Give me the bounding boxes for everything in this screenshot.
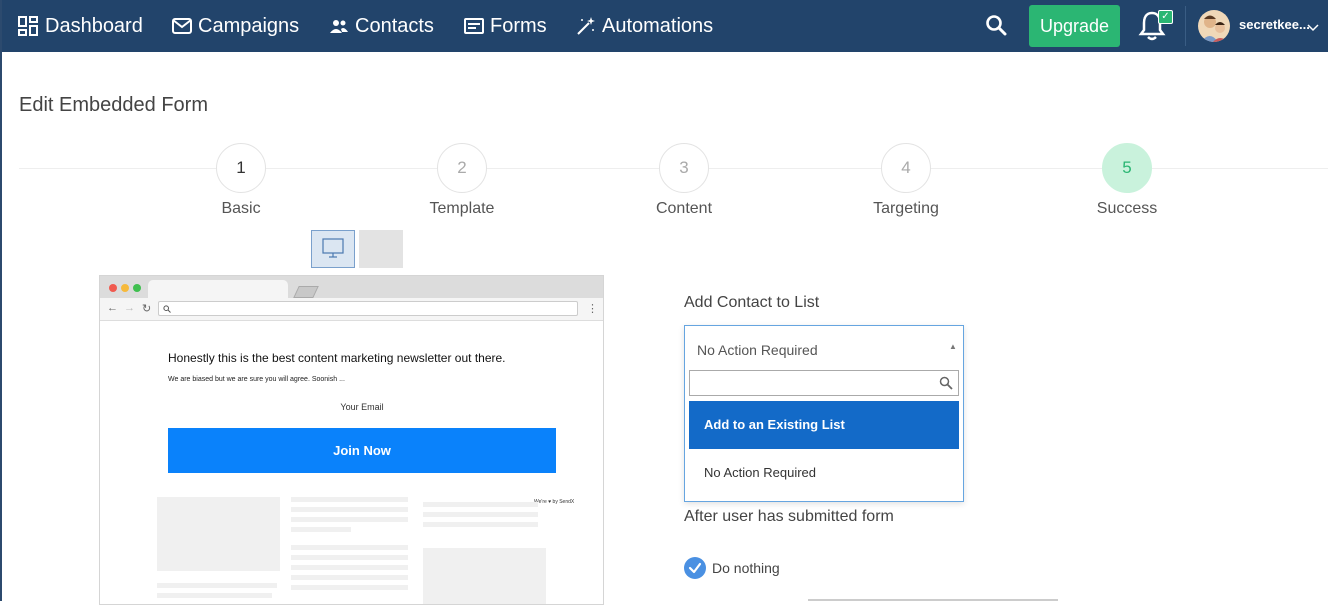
nav-forms-label: Forms bbox=[490, 14, 547, 37]
top-nav: Dashboard Campaigns Contacts Forms Autom… bbox=[2, 0, 1328, 52]
forward-arrow-icon: → bbox=[124, 302, 135, 314]
form-preview: ← → ↻ ⋮ Honestly this is the best conten… bbox=[99, 275, 604, 605]
step-number[interactable]: 5 bbox=[1102, 143, 1152, 193]
nav-dashboard[interactable]: Dashboard bbox=[17, 0, 143, 52]
option-add-existing-list[interactable]: Add to an Existing List bbox=[689, 401, 959, 449]
powered-by: We're ♥ by SendX bbox=[534, 499, 575, 505]
step-template[interactable]: 2 Template bbox=[402, 143, 522, 218]
step-targeting[interactable]: 4 Targeting bbox=[846, 143, 966, 218]
after-submit-label: After user has submitted form bbox=[684, 508, 894, 525]
step-basic[interactable]: 1 Basic bbox=[181, 143, 301, 218]
browser-url-bar bbox=[158, 301, 578, 316]
browser-menu-icon: ⋮ bbox=[587, 303, 598, 315]
placeholder-line bbox=[291, 497, 408, 502]
nav-automations-label: Automations bbox=[602, 14, 714, 37]
placeholder-line bbox=[157, 583, 277, 588]
placeholder-line bbox=[291, 507, 408, 512]
step-content[interactable]: 3 Content bbox=[624, 143, 744, 218]
nav-automations[interactable]: Automations bbox=[576, 0, 713, 52]
search-icon bbox=[163, 305, 171, 313]
placeholder-line bbox=[423, 512, 538, 517]
nav-divider bbox=[1185, 6, 1186, 46]
dashboard-icon bbox=[18, 16, 38, 36]
step-label: Success bbox=[1096, 200, 1158, 217]
nav-contacts-label: Contacts bbox=[355, 14, 434, 37]
search-icon bbox=[986, 15, 1007, 36]
form-icon bbox=[464, 18, 484, 34]
placeholder-line bbox=[423, 522, 538, 527]
nav-contacts[interactable]: Contacts bbox=[329, 0, 434, 52]
nav-campaigns-label: Campaigns bbox=[198, 14, 300, 37]
do-nothing-label: Do nothing bbox=[712, 560, 780, 576]
envelope-icon bbox=[172, 18, 192, 34]
nav-campaigns[interactable]: Campaigns bbox=[172, 0, 299, 52]
browser-tab bbox=[148, 280, 288, 298]
avatar-icon bbox=[1201, 15, 1228, 42]
caret-up-icon[interactable]: ▲ bbox=[949, 342, 957, 351]
step-label: Targeting bbox=[873, 200, 939, 217]
user-name[interactable]: secretkee... bbox=[1239, 17, 1310, 32]
step-label: Template bbox=[429, 200, 495, 217]
step-number[interactable]: 1 bbox=[216, 143, 266, 193]
placeholder-line bbox=[423, 502, 538, 507]
chevron-down-icon bbox=[1307, 24, 1319, 32]
placeholder-line bbox=[157, 593, 272, 598]
preview-email-field: Your Email bbox=[340, 402, 384, 412]
dropdown-search-input[interactable] bbox=[689, 370, 959, 396]
upgrade-button[interactable]: Upgrade bbox=[1029, 5, 1120, 47]
reload-icon: ↻ bbox=[142, 303, 152, 315]
step-number[interactable]: 3 bbox=[659, 143, 709, 193]
notification-badge: ✓ bbox=[1158, 10, 1173, 24]
avatar[interactable] bbox=[1198, 10, 1230, 42]
list-select-dropdown[interactable]: No Action Required ▲ Add to an Existing … bbox=[684, 325, 964, 502]
add-contact-label: Add Contact to List bbox=[684, 294, 820, 311]
newsletter-subtitle: We are biased but we are sure you will a… bbox=[168, 376, 345, 383]
close-dot bbox=[109, 284, 117, 292]
step-number[interactable]: 2 bbox=[437, 143, 487, 193]
desktop-preview-button[interactable] bbox=[311, 230, 355, 268]
do-nothing-radio[interactable] bbox=[684, 557, 706, 579]
minimize-dot bbox=[121, 284, 129, 292]
new-tab-shape bbox=[293, 286, 319, 298]
page-title: Edit Embedded Form bbox=[19, 94, 208, 116]
check-icon bbox=[688, 562, 702, 574]
browser-toolbar: ← → ↻ ⋮ bbox=[100, 298, 603, 321]
mobile-preview-button[interactable] bbox=[359, 230, 403, 268]
step-label: Content bbox=[655, 200, 713, 217]
nav-forms[interactable]: Forms bbox=[464, 0, 547, 52]
option-no-action-required[interactable]: No Action Required bbox=[689, 449, 959, 497]
step-number[interactable]: 4 bbox=[881, 143, 931, 193]
placeholder-line bbox=[291, 517, 408, 522]
placeholder-block bbox=[423, 548, 546, 604]
placeholder-line bbox=[291, 575, 408, 580]
user-menu-toggle[interactable] bbox=[1307, 19, 1319, 37]
search-icon bbox=[939, 376, 953, 390]
nav-dashboard-label: Dashboard bbox=[45, 14, 143, 37]
browser-titlebar bbox=[100, 276, 603, 298]
placeholder-line bbox=[291, 527, 351, 532]
placeholder-line bbox=[291, 545, 408, 550]
placeholder-line bbox=[291, 585, 408, 590]
users-icon bbox=[330, 20, 348, 33]
maximize-dot bbox=[133, 284, 141, 292]
placeholder-block bbox=[157, 497, 280, 571]
magic-wand-icon bbox=[577, 17, 595, 35]
newsletter-title: Honestly this is the best content market… bbox=[168, 351, 506, 365]
search-button[interactable] bbox=[985, 14, 1007, 41]
select-current-value[interactable]: No Action Required bbox=[697, 342, 818, 358]
step-label: Basic bbox=[221, 200, 261, 217]
back-arrow-icon: ← bbox=[107, 302, 118, 314]
monitor-icon bbox=[322, 238, 344, 258]
step-success[interactable]: 5 Success bbox=[1067, 143, 1187, 218]
preview-join-button: Join Now bbox=[168, 428, 556, 473]
placeholder-line bbox=[291, 555, 408, 560]
placeholder-line bbox=[291, 565, 408, 570]
